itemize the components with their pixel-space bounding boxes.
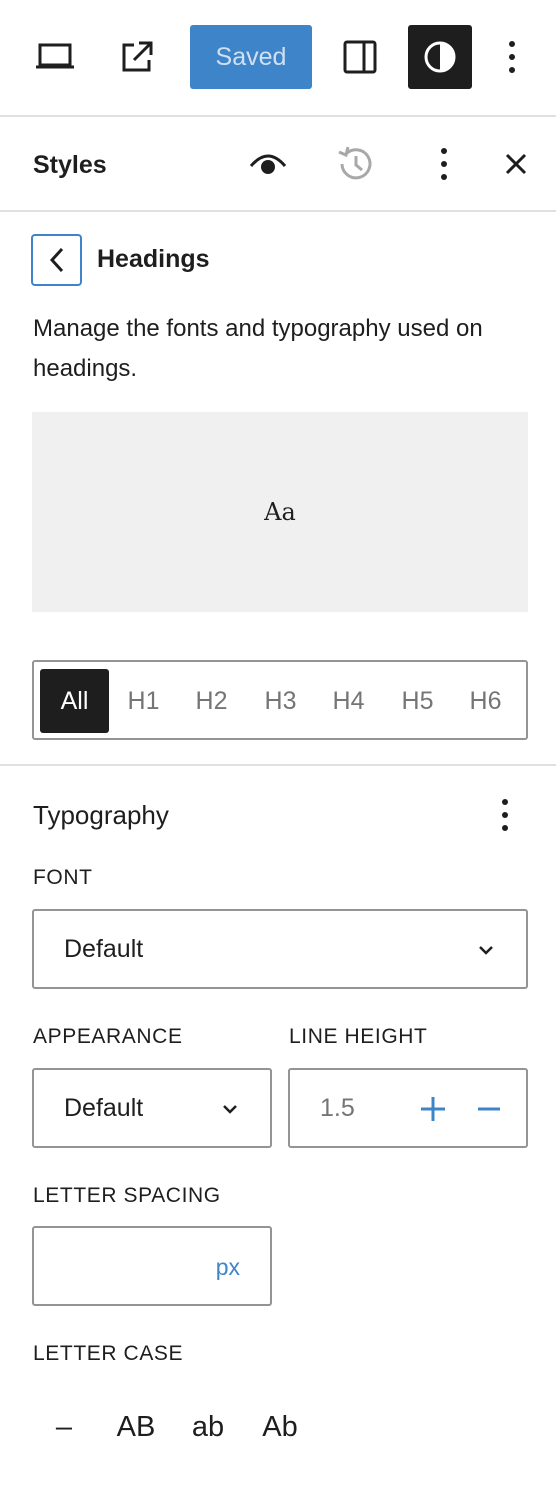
eye-icon[interactable]	[243, 139, 293, 189]
section-title: Headings	[97, 245, 210, 273]
line-height-label: LINE HEIGHT	[289, 1025, 428, 1048]
chevron-down-icon	[479, 946, 493, 955]
typography-preview: Aa	[32, 412, 528, 612]
letter-spacing-unit[interactable]: px	[216, 1254, 240, 1281]
chevron-left-icon	[49, 247, 63, 273]
preview-text: Aa	[264, 498, 296, 526]
history-icon[interactable]	[330, 139, 380, 189]
level-all[interactable]: All	[40, 669, 109, 733]
letter-spacing-input[interactable]: px	[32, 1226, 272, 1306]
external-link-icon[interactable]	[112, 25, 162, 89]
level-h2[interactable]: H2	[177, 669, 246, 733]
appearance-select[interactable]: Default	[32, 1068, 272, 1148]
more-vertical-icon[interactable]	[490, 25, 534, 89]
letter-case-uppercase[interactable]: AB	[110, 1403, 162, 1451]
plus-icon[interactable]	[420, 1096, 446, 1122]
line-height-input[interactable]: 1.5	[288, 1068, 528, 1148]
styles-panel-header: Styles	[0, 117, 556, 212]
saved-button[interactable]: Saved	[190, 25, 312, 89]
sidebar-toggle-icon[interactable]	[335, 25, 385, 89]
chevron-down-icon	[223, 1105, 237, 1114]
contrast-icon[interactable]	[408, 25, 472, 89]
typography-title: Typography	[33, 800, 169, 830]
minus-icon[interactable]	[477, 1096, 501, 1122]
panel-title: Styles	[33, 151, 107, 179]
appearance-select-value: Default	[64, 1094, 144, 1122]
font-select-value: Default	[64, 935, 144, 963]
level-h1[interactable]: H1	[109, 669, 178, 733]
level-h3[interactable]: H3	[246, 669, 315, 733]
letter-case-lowercase[interactable]: ab	[184, 1403, 232, 1451]
level-h4[interactable]: H4	[314, 669, 383, 733]
appearance-label: APPEARANCE	[33, 1025, 183, 1048]
letter-case-label: LETTER CASE	[33, 1342, 184, 1365]
letter-case-capitalize[interactable]: Ab	[254, 1403, 306, 1451]
section-description: Manage the fonts and typography used on …	[33, 315, 483, 382]
laptop-icon[interactable]	[30, 25, 80, 89]
level-h6[interactable]: H6	[451, 669, 520, 733]
close-icon[interactable]	[491, 139, 541, 189]
font-select[interactable]: Default	[32, 909, 528, 989]
heading-level-toggle-group: All H1 H2 H3 H4 H5 H6	[32, 660, 528, 740]
line-height-value: 1.5	[320, 1094, 355, 1122]
letter-spacing-label: LETTER SPACING	[33, 1184, 221, 1207]
level-h5[interactable]: H5	[383, 669, 452, 733]
font-label: FONT	[33, 866, 93, 889]
more-vertical-icon[interactable]	[482, 790, 528, 840]
more-vertical-icon[interactable]	[419, 139, 469, 189]
divider	[0, 764, 556, 766]
letter-case-none[interactable]: –	[44, 1403, 84, 1451]
back-button[interactable]	[31, 234, 82, 286]
editor-toolbar: Saved	[0, 0, 556, 117]
